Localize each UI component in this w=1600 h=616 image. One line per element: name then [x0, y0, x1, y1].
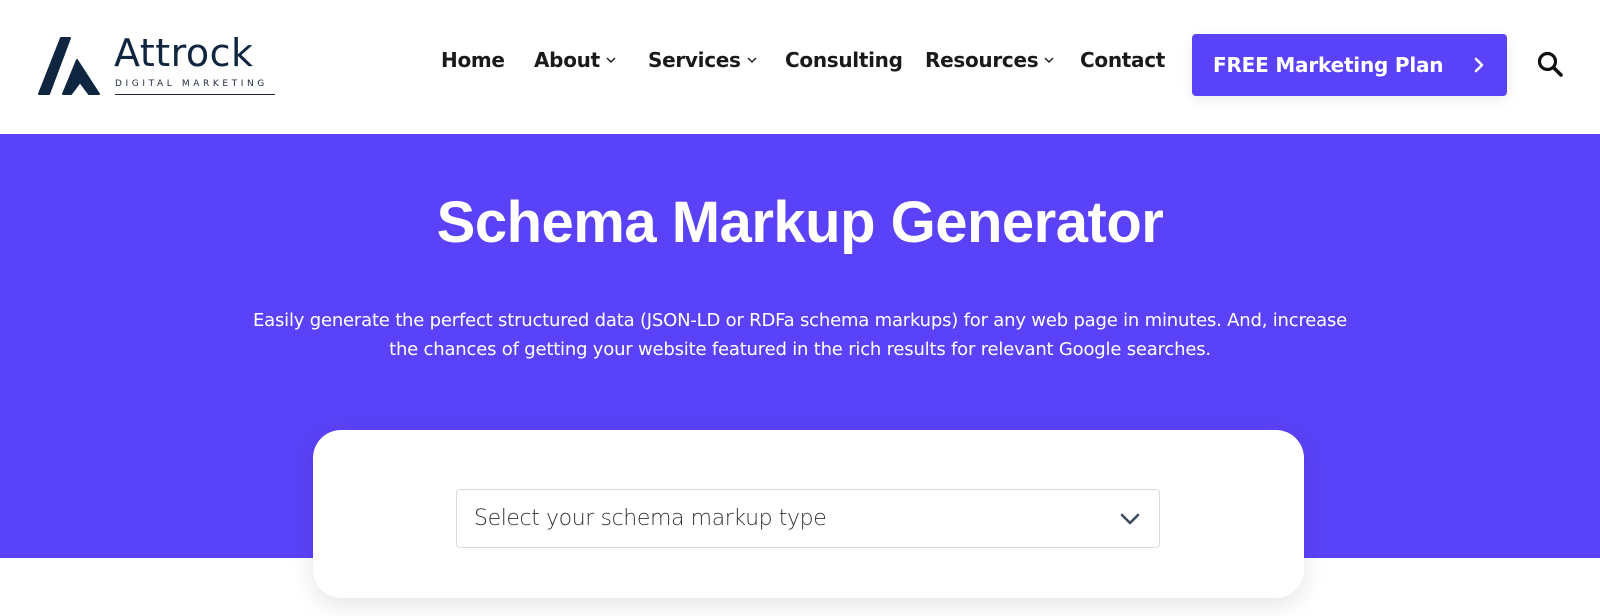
nav-item-services[interactable]: Services	[648, 48, 757, 72]
cta-label: FREE Marketing Plan	[1213, 53, 1444, 77]
hero-subtitle: Easily generate the perfect structured d…	[200, 306, 1400, 364]
schema-type-placeholder: Select your schema markup type	[474, 506, 827, 531]
logo-tagline: DIGITAL MARKETING	[115, 79, 268, 89]
nav-item-label: About	[534, 48, 600, 72]
nav-item-label: Services	[648, 48, 741, 72]
nav-item-label: Home	[441, 48, 505, 72]
logo-underline	[115, 94, 275, 95]
page-title: Schema Markup Generator	[436, 190, 1164, 255]
logo[interactable]: Attrock DIGITAL MARKETING	[37, 31, 277, 97]
nav-item-consulting[interactable]: Consulting	[785, 48, 903, 72]
logo-mark-icon	[38, 37, 100, 95]
nav-item-label: Resources	[925, 48, 1039, 72]
hero-subtitle-line-1: Easily generate the perfect structured d…	[252, 310, 1348, 331]
generator-card: Select your schema markup type	[313, 430, 1304, 598]
nav-item-resources[interactable]: Resources	[925, 48, 1054, 72]
logo-wordmark: Attrock	[114, 31, 254, 75]
nav-item-about[interactable]: About	[534, 48, 616, 72]
nav-item-contact[interactable]: Contact	[1080, 48, 1165, 72]
chevron-right-icon	[1474, 57, 1484, 73]
nav-item-label: Consulting	[785, 48, 903, 72]
nav-item-home[interactable]: Home	[441, 48, 505, 72]
chevron-down-icon	[1044, 57, 1054, 63]
free-marketing-plan-button[interactable]: FREE Marketing Plan	[1192, 34, 1507, 96]
site-header: Attrock DIGITAL MARKETING Home About Ser…	[0, 0, 1600, 134]
search-icon[interactable]	[1536, 50, 1564, 78]
schema-type-select[interactable]: Select your schema markup type	[456, 489, 1160, 548]
nav-item-label: Contact	[1080, 48, 1166, 72]
chevron-down-icon	[747, 57, 757, 63]
hero-subtitle-line-2: the chances of getting your website feat…	[389, 339, 1211, 360]
chevron-down-icon	[606, 57, 616, 63]
chevron-down-icon	[1120, 513, 1140, 525]
